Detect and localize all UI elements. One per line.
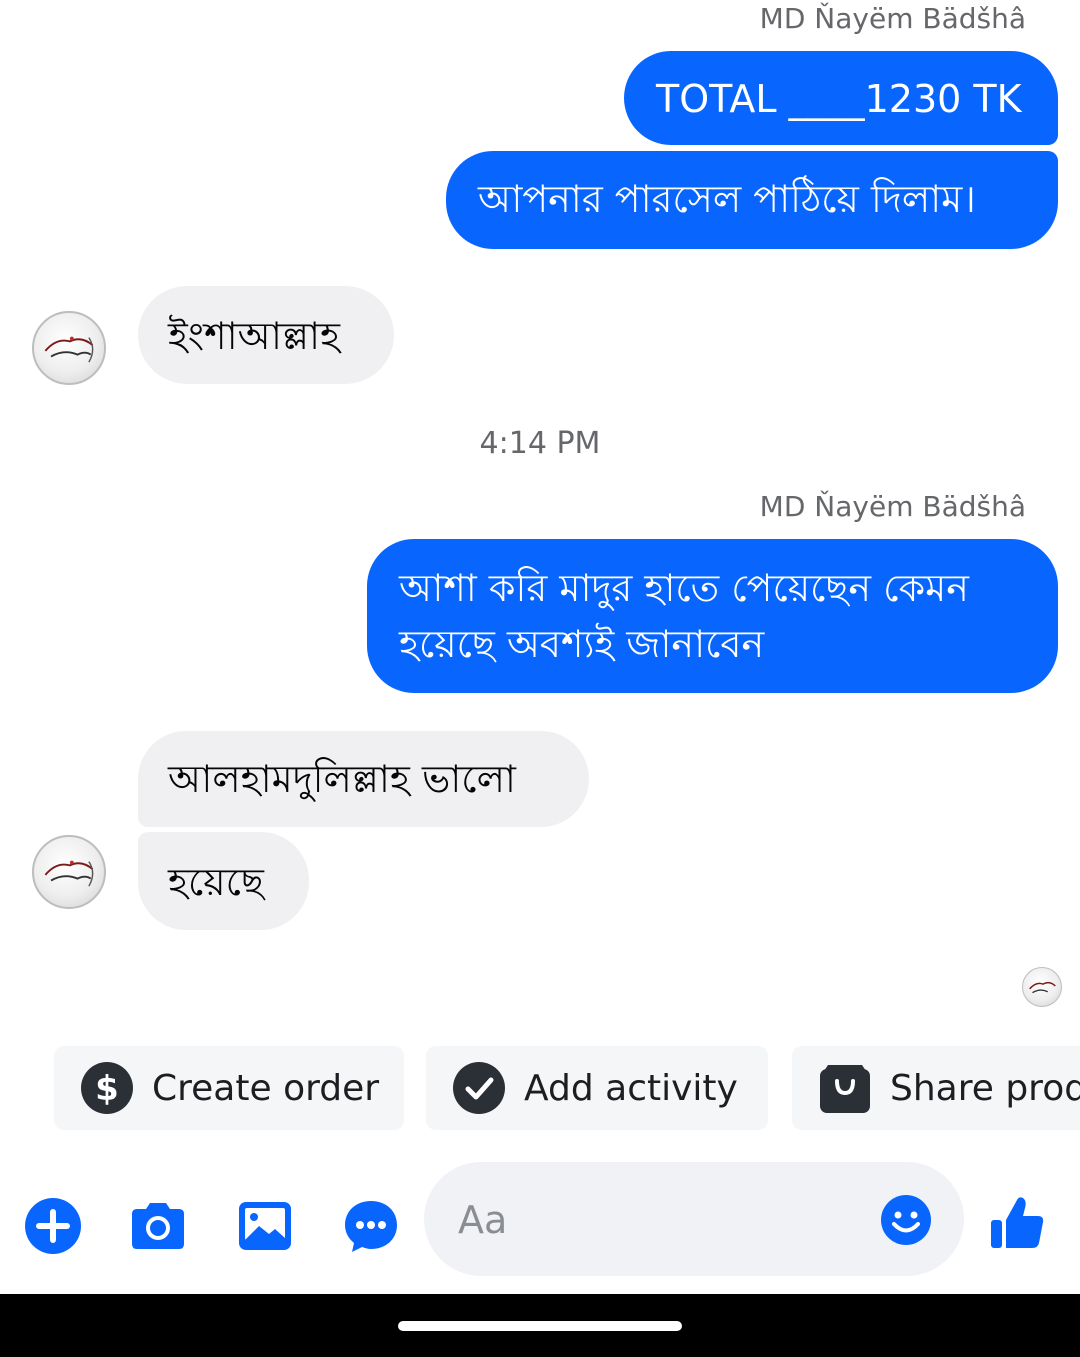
- read-receipt-avatar: [1022, 967, 1062, 1007]
- chat-bubble-icon[interactable]: [341, 1196, 401, 1256]
- contact-avatar[interactable]: [32, 311, 106, 385]
- incoming-message[interactable]: আলহামদুলিল্লাহ ভালো: [138, 731, 589, 827]
- message-text: ইংশাআল্লাহ: [168, 314, 340, 358]
- create-order-button[interactable]: $ Create order: [54, 1046, 404, 1130]
- home-gesture-handle[interactable]: [398, 1321, 682, 1331]
- message-text: TOTAL ____1230 TK: [656, 77, 1022, 121]
- check-circle-icon: [453, 1062, 505, 1114]
- outgoing-message[interactable]: আশা করি মাদুর হাতে পেয়েছেন কেমন হয়েছে …: [367, 539, 1058, 693]
- camera-icon[interactable]: [128, 1196, 188, 1256]
- share-products-button[interactable]: Share products: [792, 1046, 1080, 1130]
- dollar-circle-icon: $: [81, 1062, 133, 1114]
- add-activity-button[interactable]: Add activity: [426, 1046, 768, 1130]
- message-text-line: হয়েছে অবশ্যই জানাবেন: [399, 622, 765, 666]
- contact-avatar[interactable]: [32, 835, 106, 909]
- system-navigation-bar: [0, 1294, 1080, 1357]
- message-timestamp: 4:14 PM: [479, 426, 601, 461]
- sender-name: MD Ňayëm Bädšhâ: [759, 2, 1026, 35]
- message-text: হয়েছে: [168, 860, 264, 904]
- chip-label: Add activity: [524, 1067, 738, 1109]
- incoming-message[interactable]: হয়েছে: [138, 832, 309, 930]
- plus-circle-icon[interactable]: [23, 1196, 83, 1256]
- shopping-bag-icon: [820, 1065, 870, 1113]
- thumbs-up-icon[interactable]: [988, 1194, 1046, 1252]
- message-text: আলহামদুলিল্লাহ ভালো: [168, 757, 516, 801]
- message-text: আপনার পারসেল পাঠিয়ে দিলাম।: [478, 177, 976, 221]
- sender-name: MD Ňayëm Bädšhâ: [759, 490, 1026, 523]
- svg-text:$: $: [95, 1069, 119, 1109]
- outgoing-message[interactable]: TOTAL ____1230 TK: [624, 51, 1058, 145]
- message-input[interactable]: [456, 1190, 880, 1250]
- message-text-line: আশা করি মাদুর হাতে পেয়েছেন কেমন: [399, 566, 969, 610]
- message-composer[interactable]: [424, 1162, 964, 1276]
- chip-label: Share products: [890, 1067, 1080, 1109]
- image-icon[interactable]: [235, 1196, 295, 1256]
- incoming-message[interactable]: ইংশাআল্লাহ: [138, 286, 394, 384]
- outgoing-message[interactable]: আপনার পারসেল পাঠিয়ে দিলাম।: [446, 151, 1058, 249]
- smiley-icon[interactable]: [879, 1193, 933, 1247]
- chip-label: Create order: [152, 1067, 380, 1109]
